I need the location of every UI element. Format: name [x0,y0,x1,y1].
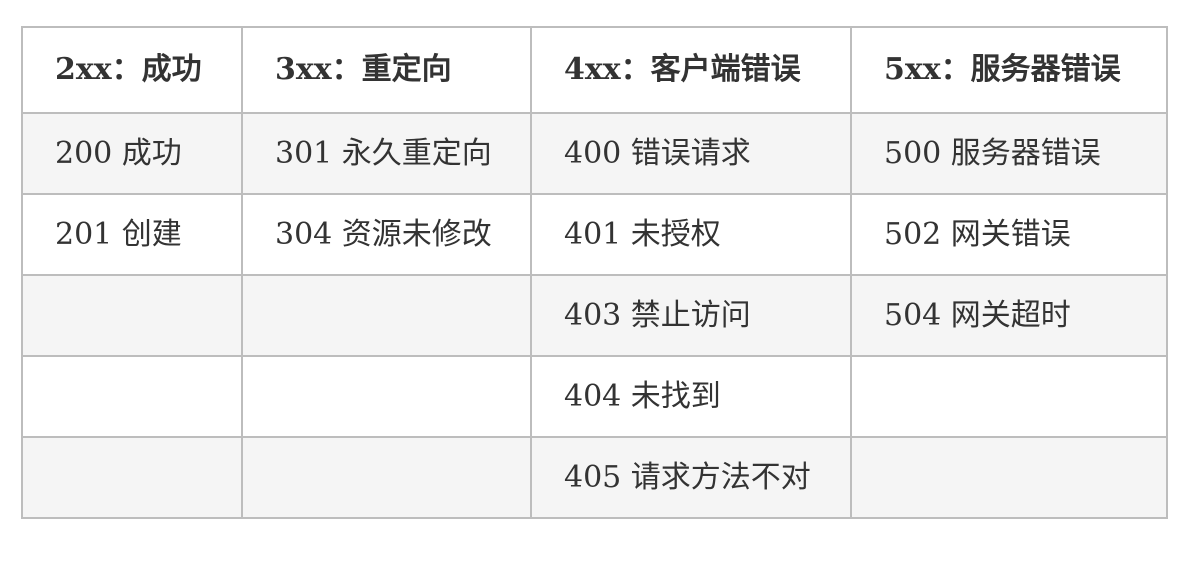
header-2xx-success: 2xx：成功 [21,26,243,114]
cell-empty [850,355,1168,438]
cell-403-forbidden: 403 禁止访问 [530,274,852,357]
cell-304-not-modified: 304 资源未修改 [241,193,532,276]
header-5xx-server-error: 5xx：服务器错误 [850,26,1168,114]
cell-empty [850,436,1168,519]
cell-empty [241,436,532,519]
table-row: 403 禁止访问 504 网关超时 [21,274,1168,357]
cell-empty [21,436,243,519]
cell-400-bad-request: 400 错误请求 [530,112,852,195]
cell-502-bad-gateway: 502 网关错误 [850,193,1168,276]
table-body: 200 成功 301 永久重定向 400 错误请求 500 服务器错误 201 … [21,112,1168,519]
header-3xx-redirect: 3xx：重定向 [241,26,532,114]
cell-500-server-error: 500 服务器错误 [850,112,1168,195]
cell-504-gateway-timeout: 504 网关超时 [850,274,1168,357]
cell-empty [241,355,532,438]
cell-405-method-not-allowed: 405 请求方法不对 [530,436,852,519]
cell-401-unauthorized: 401 未授权 [530,193,852,276]
cell-404-not-found: 404 未找到 [530,355,852,438]
table-row: 404 未找到 [21,355,1168,438]
cell-empty [21,355,243,438]
cell-301-moved-permanently: 301 永久重定向 [241,112,532,195]
table-row: 200 成功 301 永久重定向 400 错误请求 500 服务器错误 [21,112,1168,195]
cell-empty [21,274,243,357]
table-header: 2xx：成功 3xx：重定向 4xx：客户端错误 5xx：服务器错误 [21,26,1168,114]
cell-201-created: 201 创建 [21,193,243,276]
header-4xx-client-error: 4xx：客户端错误 [530,26,852,114]
cell-200-ok: 200 成功 [21,112,243,195]
header-row: 2xx：成功 3xx：重定向 4xx：客户端错误 5xx：服务器错误 [21,26,1168,114]
cell-empty [241,274,532,357]
http-status-code-table: 2xx：成功 3xx：重定向 4xx：客户端错误 5xx：服务器错误 200 成… [21,26,1168,519]
table-row: 201 创建 304 资源未修改 401 未授权 502 网关错误 [21,193,1168,276]
table-row: 405 请求方法不对 [21,436,1168,519]
